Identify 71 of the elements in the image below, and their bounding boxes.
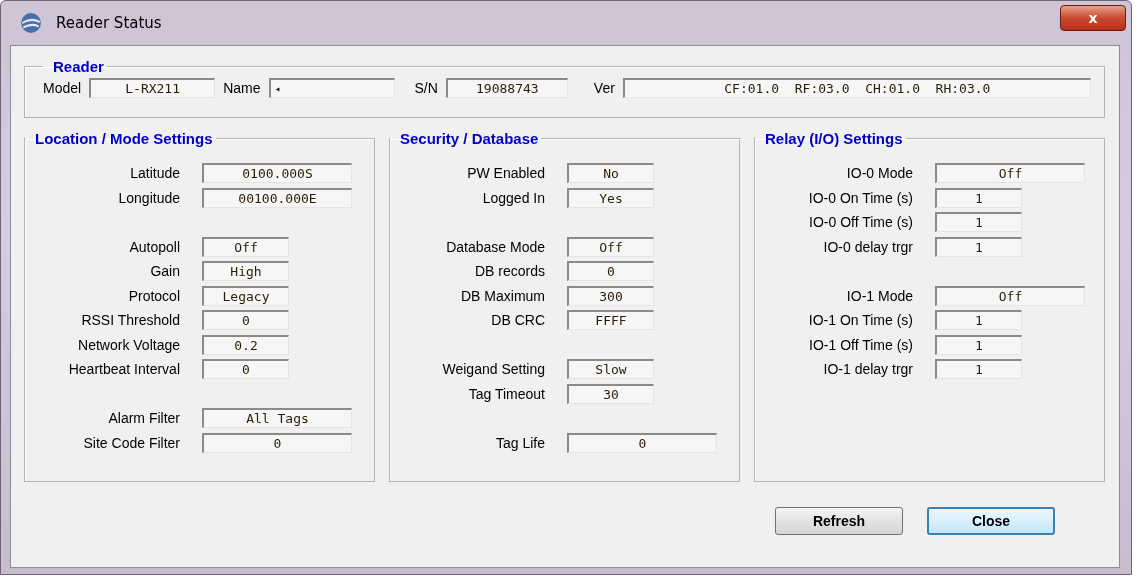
value-field: 1 bbox=[935, 187, 1022, 208]
value-field: Off bbox=[202, 236, 289, 257]
value-field: Slow bbox=[567, 359, 654, 380]
field-label: Model bbox=[43, 80, 82, 96]
field-label: DB records bbox=[473, 263, 546, 280]
refresh-button[interactable]: Refresh bbox=[775, 507, 903, 535]
window-close-button[interactable]: x bbox=[1060, 5, 1126, 31]
field-label: IO-0 delay trgr bbox=[822, 238, 914, 255]
value-field: Off bbox=[935, 163, 1085, 184]
field-label: Logged In bbox=[481, 189, 546, 206]
field-label: Site Code Filter bbox=[82, 434, 181, 451]
value-field: L-RX211 bbox=[89, 78, 216, 98]
field-label: S/N bbox=[414, 80, 438, 96]
field-label: Ver bbox=[593, 80, 615, 96]
value-field: 19088743 bbox=[445, 78, 568, 98]
field-label: Tag Timeout bbox=[467, 385, 546, 402]
value-field: 0.2 bbox=[202, 334, 289, 355]
value-field: Legacy bbox=[202, 285, 289, 306]
value-field: Off bbox=[935, 285, 1085, 306]
field-label: Alarm Filter bbox=[107, 410, 181, 427]
value-field: All Tags bbox=[202, 408, 352, 429]
value-field: 1 bbox=[935, 334, 1022, 355]
field-label: Longitude bbox=[117, 189, 181, 206]
value-field: 0 bbox=[567, 432, 717, 453]
field-label: DB Maximum bbox=[460, 287, 546, 304]
value-field: 00100.000E bbox=[202, 187, 352, 208]
value-field: Yes bbox=[567, 187, 654, 208]
value-field: High bbox=[202, 261, 289, 282]
field-label: IO-0 Mode bbox=[845, 165, 914, 182]
value-field: 1 bbox=[935, 236, 1022, 257]
field-label: Protocol bbox=[127, 287, 181, 304]
value-field: 300 bbox=[567, 285, 654, 306]
field-label: IO-1 Off Time (s) bbox=[808, 336, 914, 353]
group-title: Reader bbox=[52, 58, 105, 75]
group-title: Location / Mode Settings bbox=[34, 130, 214, 147]
field-label: IO-1 Mode bbox=[845, 287, 914, 304]
field-label: Autopoll bbox=[128, 238, 181, 255]
value-field: 0 bbox=[202, 432, 352, 453]
value-field: FFFF bbox=[567, 310, 654, 331]
field-label: Network Voltage bbox=[77, 336, 181, 353]
value-field: 0 bbox=[567, 261, 654, 282]
field-label: Database Mode bbox=[445, 238, 546, 255]
value-field: 0 bbox=[202, 310, 289, 331]
field-label: Latitude bbox=[129, 165, 181, 182]
group-title: Security / Database bbox=[399, 130, 540, 147]
close-button[interactable]: Close bbox=[927, 507, 1055, 535]
group-title: Relay (I/O) Settings bbox=[764, 130, 904, 147]
value-field: 0100.000S bbox=[202, 163, 352, 184]
field-label: DB CRC bbox=[490, 312, 546, 329]
field-label: PW Enabled bbox=[466, 165, 546, 182]
value-field: 1 bbox=[935, 310, 1022, 331]
value-field: 1 bbox=[935, 212, 1022, 233]
field-label: Weigand Setting bbox=[441, 361, 546, 378]
value-field: No bbox=[567, 163, 654, 184]
value-field: 1 bbox=[935, 359, 1022, 380]
value-field: Off bbox=[567, 236, 654, 257]
value-field: ◂ bbox=[268, 78, 395, 98]
field-label: RSSI Threshold bbox=[80, 312, 181, 329]
window-title: Reader Status bbox=[56, 14, 162, 32]
field-label: IO-1 delay trgr bbox=[822, 361, 914, 378]
value-field: 30 bbox=[567, 383, 654, 404]
field-label: IO-0 On Time (s) bbox=[807, 189, 914, 206]
field-label: Gain bbox=[149, 263, 181, 280]
value-field: CF:01.0 RF:03.0 CH:01.0 RH:03.0 bbox=[622, 78, 1091, 98]
field-label: Heartbeat Interval bbox=[67, 361, 181, 378]
field-label: Name bbox=[223, 80, 261, 96]
field-label: IO-1 On Time (s) bbox=[807, 312, 914, 329]
value-field: 0 bbox=[202, 359, 289, 380]
field-label: IO-0 Off Time (s) bbox=[808, 214, 914, 231]
app-logo-icon bbox=[20, 12, 42, 34]
field-label: Tag Life bbox=[494, 434, 546, 451]
